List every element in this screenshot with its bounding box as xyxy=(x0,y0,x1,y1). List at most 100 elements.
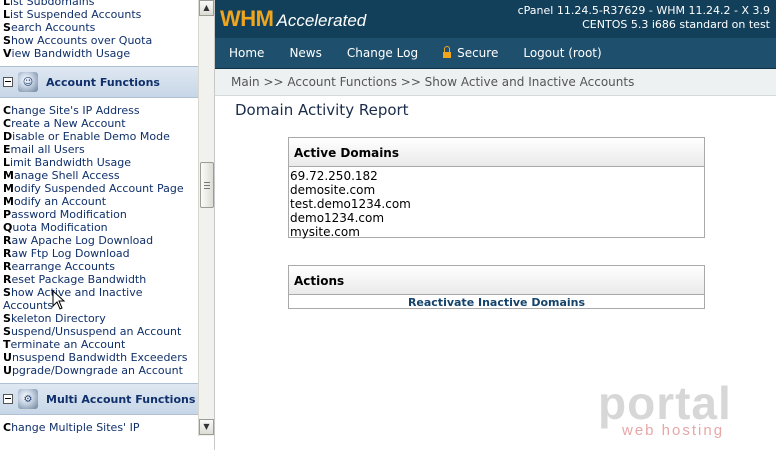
link-text: earrange Accounts xyxy=(11,260,115,273)
link-initial: S xyxy=(3,286,11,299)
sidebar: List Subdomains List Suspended Accounts Se… xyxy=(0,0,198,436)
link-text: earch Accounts xyxy=(10,21,96,34)
link-text: pgrade/Downgrade an Account xyxy=(11,364,183,377)
top-nav: Home News Change Log Secure Logout (root… xyxy=(215,38,776,69)
sidebar-link[interactable]: List Subdomains xyxy=(0,0,198,8)
sidebar-link[interactable]: Skeleton Directory xyxy=(0,312,198,325)
link-initial: Q xyxy=(3,221,13,234)
link-text: how Active and Inactive xyxy=(10,286,143,299)
multi-account-icon: ⚙ xyxy=(18,389,38,409)
section-title: Multi Account Functions xyxy=(46,392,196,406)
link-text: aw Apache Log Download xyxy=(11,234,154,247)
sidebar-link[interactable]: List Suspended Accounts xyxy=(0,8,198,21)
active-domains-box: Active Domains 69.72.250.182 demosite.com… xyxy=(288,137,705,239)
sidebar-link[interactable]: Show Active and Inactive xyxy=(0,286,198,299)
header: WHM Accelerated cPanel 11.24.5-R37629 - W… xyxy=(215,0,776,38)
sidebar-scrollbar[interactable]: ▲ ▼ xyxy=(198,0,215,436)
sidebar-link[interactable]: Raw Ftp Log Download xyxy=(0,247,198,260)
section-title: Account Functions xyxy=(46,75,160,89)
sidebar-link[interactable]: Terminate an Account xyxy=(0,338,198,351)
link-text: eset Package Bandwidth xyxy=(11,273,147,286)
link-initial: U xyxy=(3,351,12,364)
sidebar-account-links: Change Site's IP Address Create a New Acc… xyxy=(0,104,198,377)
sidebar-link[interactable]: Manage Shell Access xyxy=(0,169,198,182)
nav-change-log[interactable]: Change Log xyxy=(347,46,418,60)
sidebar-link[interactable]: Accounts xyxy=(0,299,198,312)
nav-secure[interactable]: Secure xyxy=(443,46,498,60)
link-initial: M xyxy=(3,182,14,195)
sidebar-link[interactable]: Limit Bandwidth Usage xyxy=(0,156,198,169)
sidebar-link[interactable]: Password Modification xyxy=(0,208,198,221)
sidebar-link[interactable]: Change Site's IP Address xyxy=(0,104,198,117)
version-line-1: cPanel 11.24.5-R37629 - WHM 11.24.2 - X … xyxy=(517,4,770,17)
nav-logout[interactable]: Logout (root) xyxy=(523,46,601,60)
link-initial: L xyxy=(3,8,11,21)
actions-box: Actions Reactivate Inactive Domains xyxy=(288,265,705,309)
link-initial: S xyxy=(3,21,11,34)
sidebar-link[interactable]: Quota Modification xyxy=(0,221,198,234)
link-text: ist Subdomains xyxy=(10,0,95,8)
link-text: Addresses xyxy=(3,434,59,436)
link-initial: P xyxy=(3,208,12,221)
link-text: hange Site's IP Address xyxy=(11,104,140,117)
collapse-icon[interactable] xyxy=(3,394,13,404)
sidebar-section-account-functions[interactable]: ☺ Account Functions xyxy=(0,66,198,98)
actions-header: Actions xyxy=(289,266,704,295)
logo-main: WHM xyxy=(220,6,274,31)
scrollbar-thumb[interactable] xyxy=(200,162,214,208)
sidebar-link[interactable]: Email all Users xyxy=(0,143,198,156)
domain-row: demosite.com xyxy=(290,183,376,197)
link-initial: S xyxy=(3,325,11,338)
sidebar-link[interactable]: Addresses xyxy=(0,434,198,436)
domain-row: demo1234.com xyxy=(290,211,385,225)
link-text: assword Modification xyxy=(11,208,127,221)
lock-icon xyxy=(443,46,452,58)
sidebar-link[interactable]: Suspend/Unsuspend an Account xyxy=(0,325,198,338)
scroll-up-arrow-icon[interactable]: ▲ xyxy=(199,0,214,16)
sidebar-link[interactable]: Reset Package Bandwidth xyxy=(0,273,198,286)
sidebar-link[interactable]: Unsuspend Bandwidth Exceeders xyxy=(0,351,198,364)
link-text: reate a New Account xyxy=(11,117,126,130)
domain-row: test.demo1234.com xyxy=(290,197,411,211)
link-text: uota Modification xyxy=(12,221,108,234)
version-info: cPanel 11.24.5-R37629 - WHM 11.24.2 - X … xyxy=(518,4,770,32)
link-text: aw Ftp Log Download xyxy=(11,247,130,260)
nav-home[interactable]: Home xyxy=(229,46,264,60)
sidebar-link[interactable]: View Bandwidth Usage xyxy=(0,47,198,60)
sidebar-link[interactable]: Show Accounts over Quota xyxy=(0,34,198,47)
nav-news[interactable]: News xyxy=(289,46,321,60)
sidebar-link[interactable]: Modify an Account xyxy=(0,195,198,208)
scroll-down-arrow-icon[interactable]: ▼ xyxy=(199,419,214,435)
link-text: uspend/Unsuspend an Account xyxy=(10,325,182,338)
nav-secure-label: Secure xyxy=(457,46,499,60)
link-text: imit Bandwidth Usage xyxy=(10,156,131,169)
link-initial: L xyxy=(3,0,11,8)
sidebar-link[interactable]: Upgrade/Downgrade an Account xyxy=(0,364,198,377)
sidebar-link[interactable]: Modify Suspended Account Page xyxy=(0,182,198,195)
sidebar-link[interactable]: Change Multiple Sites' IP xyxy=(0,421,198,434)
sidebar-top-links: List Subdomains List Suspended Accounts Se… xyxy=(0,0,198,60)
sidebar-link[interactable]: Rearrange Accounts xyxy=(0,260,198,273)
link-initial: T xyxy=(3,338,11,351)
version-line-2: CENTOS 5.3 i686 standard on test xyxy=(582,18,770,31)
link-text: mail all Users xyxy=(10,143,85,156)
whm-logo: WHM Accelerated xyxy=(220,6,366,32)
sidebar-link[interactable]: Disable or Enable Demo Mode xyxy=(0,130,198,143)
sidebar-link[interactable]: Create a New Account xyxy=(0,117,198,130)
link-text: odify an Account xyxy=(13,195,107,208)
reactivate-inactive-domains-link[interactable]: Reactivate Inactive Domains xyxy=(289,296,704,310)
active-domains-list: 69.72.250.182 demosite.com test.demo1234.c… xyxy=(289,167,704,239)
link-text: how Accounts over Quota xyxy=(10,34,153,47)
sidebar-link[interactable]: Raw Apache Log Download xyxy=(0,234,198,247)
collapse-icon[interactable] xyxy=(3,77,13,87)
sidebar-link[interactable]: Search Accounts xyxy=(0,21,198,34)
link-text: keleton Directory xyxy=(10,312,106,325)
sidebar-section-multi-account[interactable]: ⚙ Multi Account Functions xyxy=(0,383,198,415)
link-text: isable or Enable Demo Mode xyxy=(12,130,170,143)
link-initial: C xyxy=(3,117,12,130)
mouse-pointer-icon xyxy=(52,290,66,310)
domain-row: mysite.com xyxy=(290,225,360,239)
active-domains-header: Active Domains xyxy=(289,138,704,167)
link-text: odify Suspended Account Page xyxy=(13,182,184,195)
portal-watermark-logo: portal web hosting xyxy=(598,377,748,442)
